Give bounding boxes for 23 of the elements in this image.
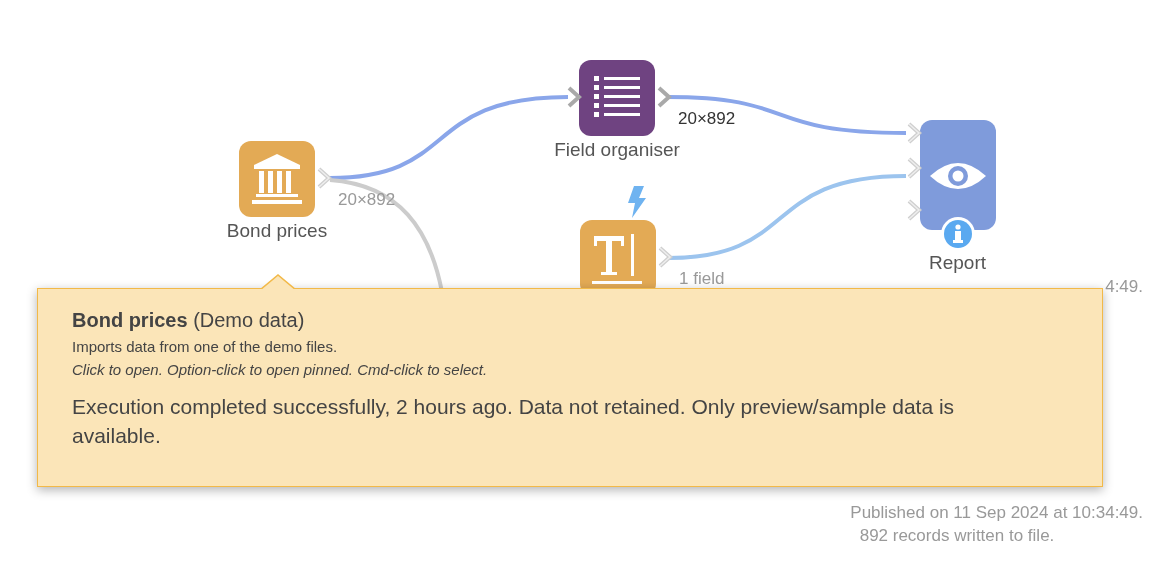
tooltip-title: Bond prices (Demo data) [72,309,306,332]
output-port-icon[interactable] [316,166,332,190]
output-port-icon[interactable] [656,85,672,109]
list-icon [594,76,640,120]
output-port-icon[interactable] [657,245,673,269]
node-label: Field organiser [553,139,681,161]
tooltip-description: Imports data from one of the demo files. [72,338,339,355]
output-size-label: 1 field [679,269,725,289]
records-text: 892 records written to file. [858,526,1056,546]
text-field-icon [592,234,644,286]
bank-icon [252,153,302,205]
node-label: Bond prices [225,220,329,242]
input-port-icon[interactable] [906,156,922,180]
tooltip-hint: Click to open. Option-click to open pinned. Cmd-click to select. [72,361,489,378]
output-size-label: 20×892 [678,109,736,129]
published-text: Published on 11 Sep 2024 at 10:34:49. [849,503,1143,523]
output-size-label: 20×892 [338,190,396,210]
input-port-icon[interactable] [566,85,582,109]
tooltip-status: Execution completed successfully, 2 hours ago. Data not retained. Only preview/sample data is available. [72,394,956,450]
input-port-icon[interactable] [906,198,922,222]
input-port-icon[interactable] [906,121,922,145]
status-text: 4:49. [1104,277,1143,297]
node-label: Report [928,252,987,274]
